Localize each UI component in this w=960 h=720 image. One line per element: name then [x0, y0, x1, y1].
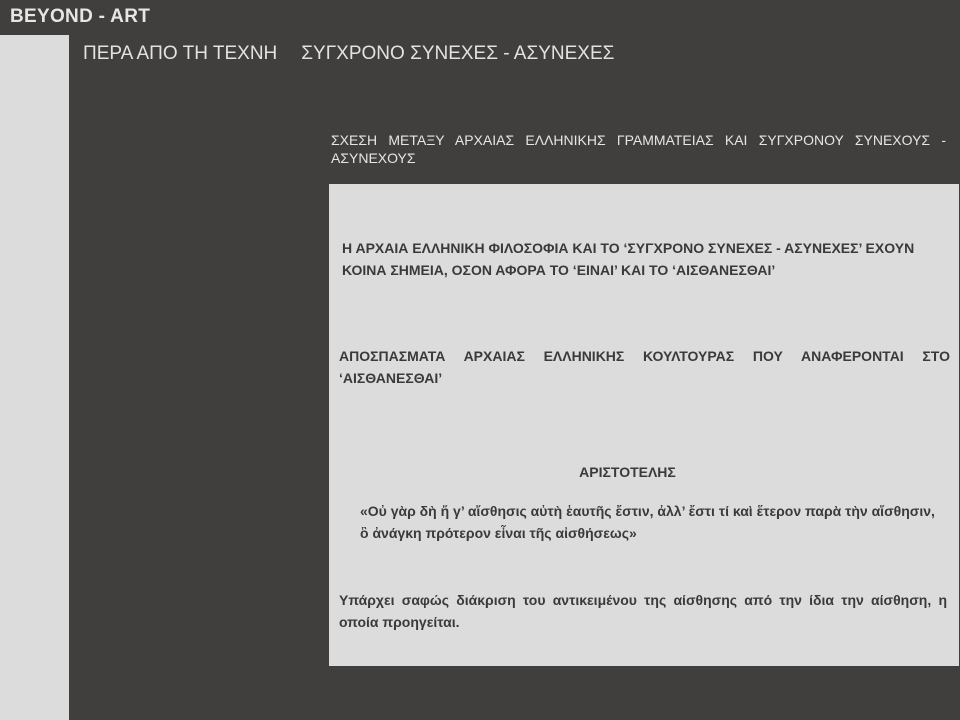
ancient-quote: «Οὐ γὰρ δὴ ἥ γ’ αἴσθησις αὐτὴ ἑαυτῆς ἔστ… — [360, 503, 935, 541]
excerpts-heading: ΑΠΟΣΠΑΣΜΑΤΑ ΑΡΧΑΙΑΣ ΕΛΛΗΝΙΚΗΣ ΚΟΥΛΤΟΥΡΑΣ… — [339, 348, 950, 386]
page-header: ΠΕΡΑ ΑΠΟ ΤΗ ΤΕΧΝΗ ΣΥΓΧΡΟΝΟ ΣΥΝΕΧΕΣ - ΑΣΥΝ… — [83, 43, 614, 65]
content-box: Η ΑΡΧΑΙΑ ΕΛΛΗΝΙΚΗ ΦΙΛΟΣΟΦΙΑ ΚΑΙ ΤΟ ‘ΣΥΓΧ… — [329, 184, 959, 666]
sidebar-panel — [0, 35, 69, 720]
quote-explanation: Υπάρχει σαφώς διάκριση του αντικειμένου … — [339, 592, 947, 630]
site-title[interactable]: BEYOND - ART — [10, 6, 150, 28]
page: BEYOND - ART ΠΕΡΑ ΑΠΟ ΤΗ ΤΕΧΝΗ ΣΥΓΧΡΟΝΟ Σ… — [0, 0, 960, 720]
quote-author: ΑΡΙΣΤΟΤΕΛΗΣ — [579, 464, 676, 480]
header-title-left: ΠΕΡΑ ΑΠΟ ΤΗ ΤΕΧΝΗ — [83, 43, 278, 64]
intro-paragraph: Η ΑΡΧΑΙΑ ΕΛΛΗΝΙΚΗ ΦΙΛΟΣΟΦΙΑ ΚΑΙ ΤΟ ‘ΣΥΓΧ… — [342, 240, 915, 278]
section-subtitle: ΣΧΕΣΗ ΜΕΤΑΞΥ ΑΡΧΑΙΑΣ ΕΛΛΗΝΙΚΗΣ ΓΡΑΜΜΑΤΕΙ… — [331, 132, 946, 166]
header-title-right: ΣΥΓΧΡΟΝΟ ΣΥΝΕΧΕΣ - ΑΣΥΝΕΧΕΣ — [301, 43, 615, 64]
